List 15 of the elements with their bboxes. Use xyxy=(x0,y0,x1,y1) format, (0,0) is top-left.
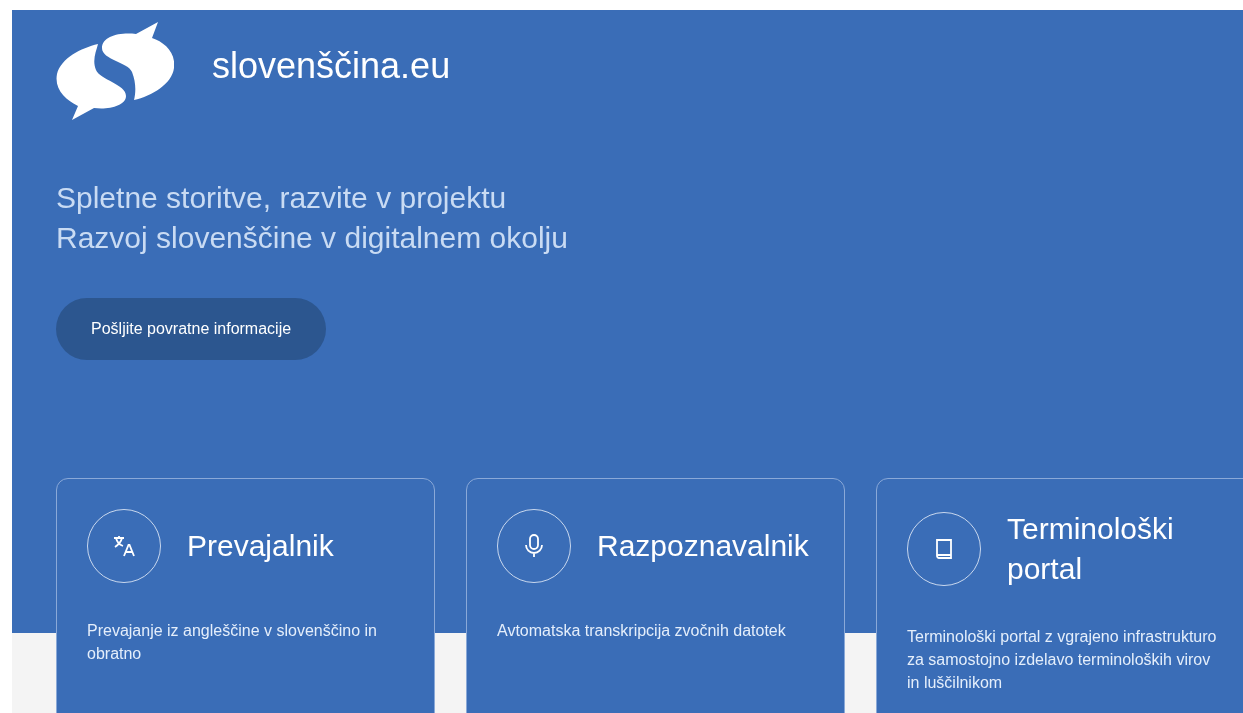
site-name[interactable]: slovenščina.eu xyxy=(212,45,451,87)
card-description: Prevajanje iz angleščine v slovenščino in obratno xyxy=(87,621,378,664)
feedback-button[interactable]: Pošljite povratne informacije xyxy=(56,298,327,360)
card-description: Avtomatska transkripcija zvočnih datotek xyxy=(497,621,787,641)
service-card[interactable]: Terminološki portal Terminološki portal z vgrajeno infrastrukturo za samostojno izdelavo terminoloških virov in luščilnikom xyxy=(876,478,1243,713)
heading-line: Razvoj slovenščine v digitalnem okolju xyxy=(56,220,569,256)
logo-icon[interactable] xyxy=(56,22,174,120)
card-description: Terminološki portal z vgrajeno infrastrukturo za samostojno izdelavo terminoloških virov in luščilnikom xyxy=(907,627,1218,693)
card-title: Razpoznavalnik xyxy=(597,528,810,564)
heading-line: Spletne storitve, razvite v projektu xyxy=(56,180,508,216)
card-title: Terminološki portal xyxy=(1007,511,1175,587)
service-card[interactable]: Razpoznavalnik Avtomatska transkripcija zvočnih datotek xyxy=(466,478,845,713)
translate-icon xyxy=(111,533,137,559)
service-card[interactable]: Prevajalnik Prevajanje iz angleščine v slovenščino in obratno xyxy=(56,478,435,713)
card-title: Prevajalnik xyxy=(187,528,335,564)
